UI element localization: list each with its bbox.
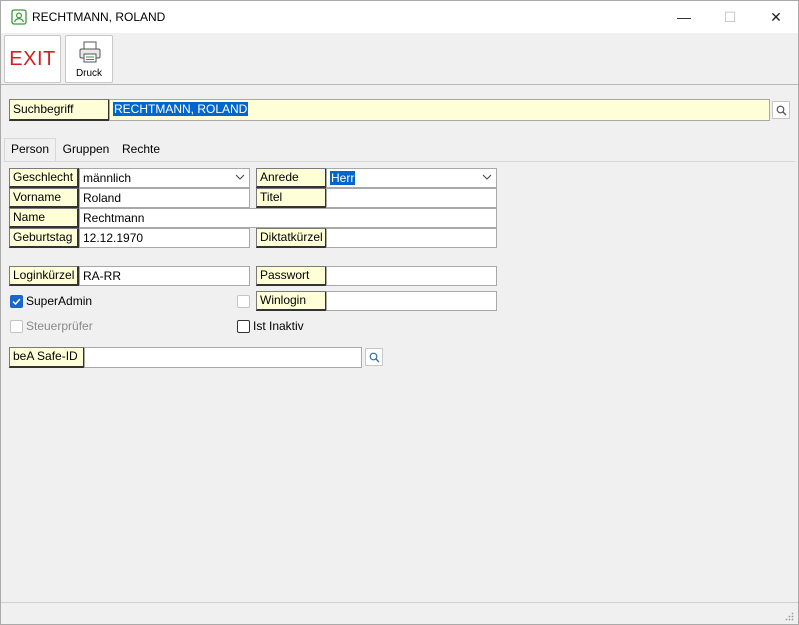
search-icon: [369, 352, 379, 362]
print-label: Druck: [75, 68, 103, 79]
ist-inaktiv-checkbox[interactable]: [237, 320, 250, 333]
maximize-button[interactable]: ☐: [707, 1, 753, 33]
geburtstag-label: Geburtstag: [9, 228, 79, 248]
window-title: RECHTMANN, ROLAND: [32, 10, 166, 24]
close-icon: ✕: [770, 8, 782, 25]
title-bar: RECHTMANN, ROLAND — ☐ ✕: [1, 1, 798, 33]
maximize-icon: ☐: [723, 8, 737, 25]
titel-field[interactable]: [326, 188, 497, 208]
search-label: Suchbegriff: [9, 99, 110, 121]
passwort-label: Passwort: [256, 266, 327, 286]
loginkuerzel-field[interactable]: RA-RR: [79, 266, 250, 286]
steuerpruefer-checkbox[interactable]: [10, 320, 23, 333]
tab-divider: [4, 161, 795, 162]
search-value: RECHTMANN, ROLAND: [113, 102, 249, 116]
print-button[interactable]: Druck: [65, 35, 113, 83]
anrede-select[interactable]: Herr: [326, 168, 497, 188]
tab-person-label: Person: [10, 142, 50, 156]
bea-safe-id-label: beA Safe-ID: [9, 347, 85, 368]
toolbar: EXIT Druck: [1, 33, 798, 85]
winlogin-field[interactable]: [326, 291, 497, 311]
search-icon: [776, 105, 786, 115]
geburtstag-field[interactable]: 12.12.1970: [79, 228, 250, 248]
geschlecht-label: Geschlecht: [9, 168, 79, 188]
bea-search-button[interactable]: [365, 348, 383, 366]
search-button[interactable]: [772, 101, 790, 119]
tab-gruppen[interactable]: Gruppen: [58, 139, 114, 161]
anrede-label: Anrede: [256, 168, 327, 188]
passwort-field[interactable]: [326, 266, 497, 286]
anrede-value: Herr: [330, 171, 356, 185]
close-button[interactable]: ✕: [753, 1, 799, 33]
vorname-label: Vorname: [9, 188, 79, 208]
tab-rechte-label: Rechte: [121, 142, 161, 156]
minimize-icon: —: [677, 9, 691, 25]
tab-person[interactable]: Person: [4, 138, 56, 161]
diktatkuerzel-field[interactable]: [326, 228, 497, 248]
geschlecht-select[interactable]: männlich: [79, 168, 250, 188]
minimize-button[interactable]: —: [661, 1, 707, 33]
steuerpruefer-label: Steuerprüfer: [26, 319, 93, 333]
geschlecht-value: männlich: [83, 171, 132, 185]
exit-label: EXIT: [9, 48, 56, 70]
superadmin-checkbox[interactable]: [10, 295, 23, 308]
search-input[interactable]: RECHTMANN, ROLAND: [109, 99, 770, 121]
checkmark-icon: [12, 298, 21, 306]
vorname-field[interactable]: Roland: [79, 188, 250, 208]
chevron-down-icon: [235, 174, 245, 180]
name-label: Name: [9, 208, 79, 228]
resize-grip-icon[interactable]: [784, 611, 794, 621]
exit-button[interactable]: EXIT: [4, 35, 61, 83]
status-bar: [1, 602, 798, 624]
user-editor-window: RECHTMANN, ROLAND — ☐ ✕ EXIT Druck Suchb…: [0, 0, 799, 625]
superadmin-label: SuperAdmin: [26, 294, 93, 308]
tab-gruppen-label: Gruppen: [62, 142, 110, 156]
person-card-icon: [11, 9, 27, 25]
loginkuerzel-label: Loginkürzel: [9, 266, 79, 286]
winlogin-checkbox[interactable]: [237, 295, 250, 308]
winlogin-label: Winlogin: [256, 291, 327, 311]
ist-inaktiv-label: Ist Inaktiv: [253, 319, 304, 333]
chevron-down-icon: [482, 174, 492, 180]
name-field[interactable]: Rechtmann: [79, 208, 497, 228]
bea-safe-id-field[interactable]: [84, 347, 362, 368]
tab-rechte[interactable]: Rechte: [117, 139, 165, 161]
titel-label: Titel: [256, 188, 327, 208]
printer-icon: [79, 41, 101, 63]
diktatkuerzel-label: Diktatkürzel: [256, 228, 327, 248]
